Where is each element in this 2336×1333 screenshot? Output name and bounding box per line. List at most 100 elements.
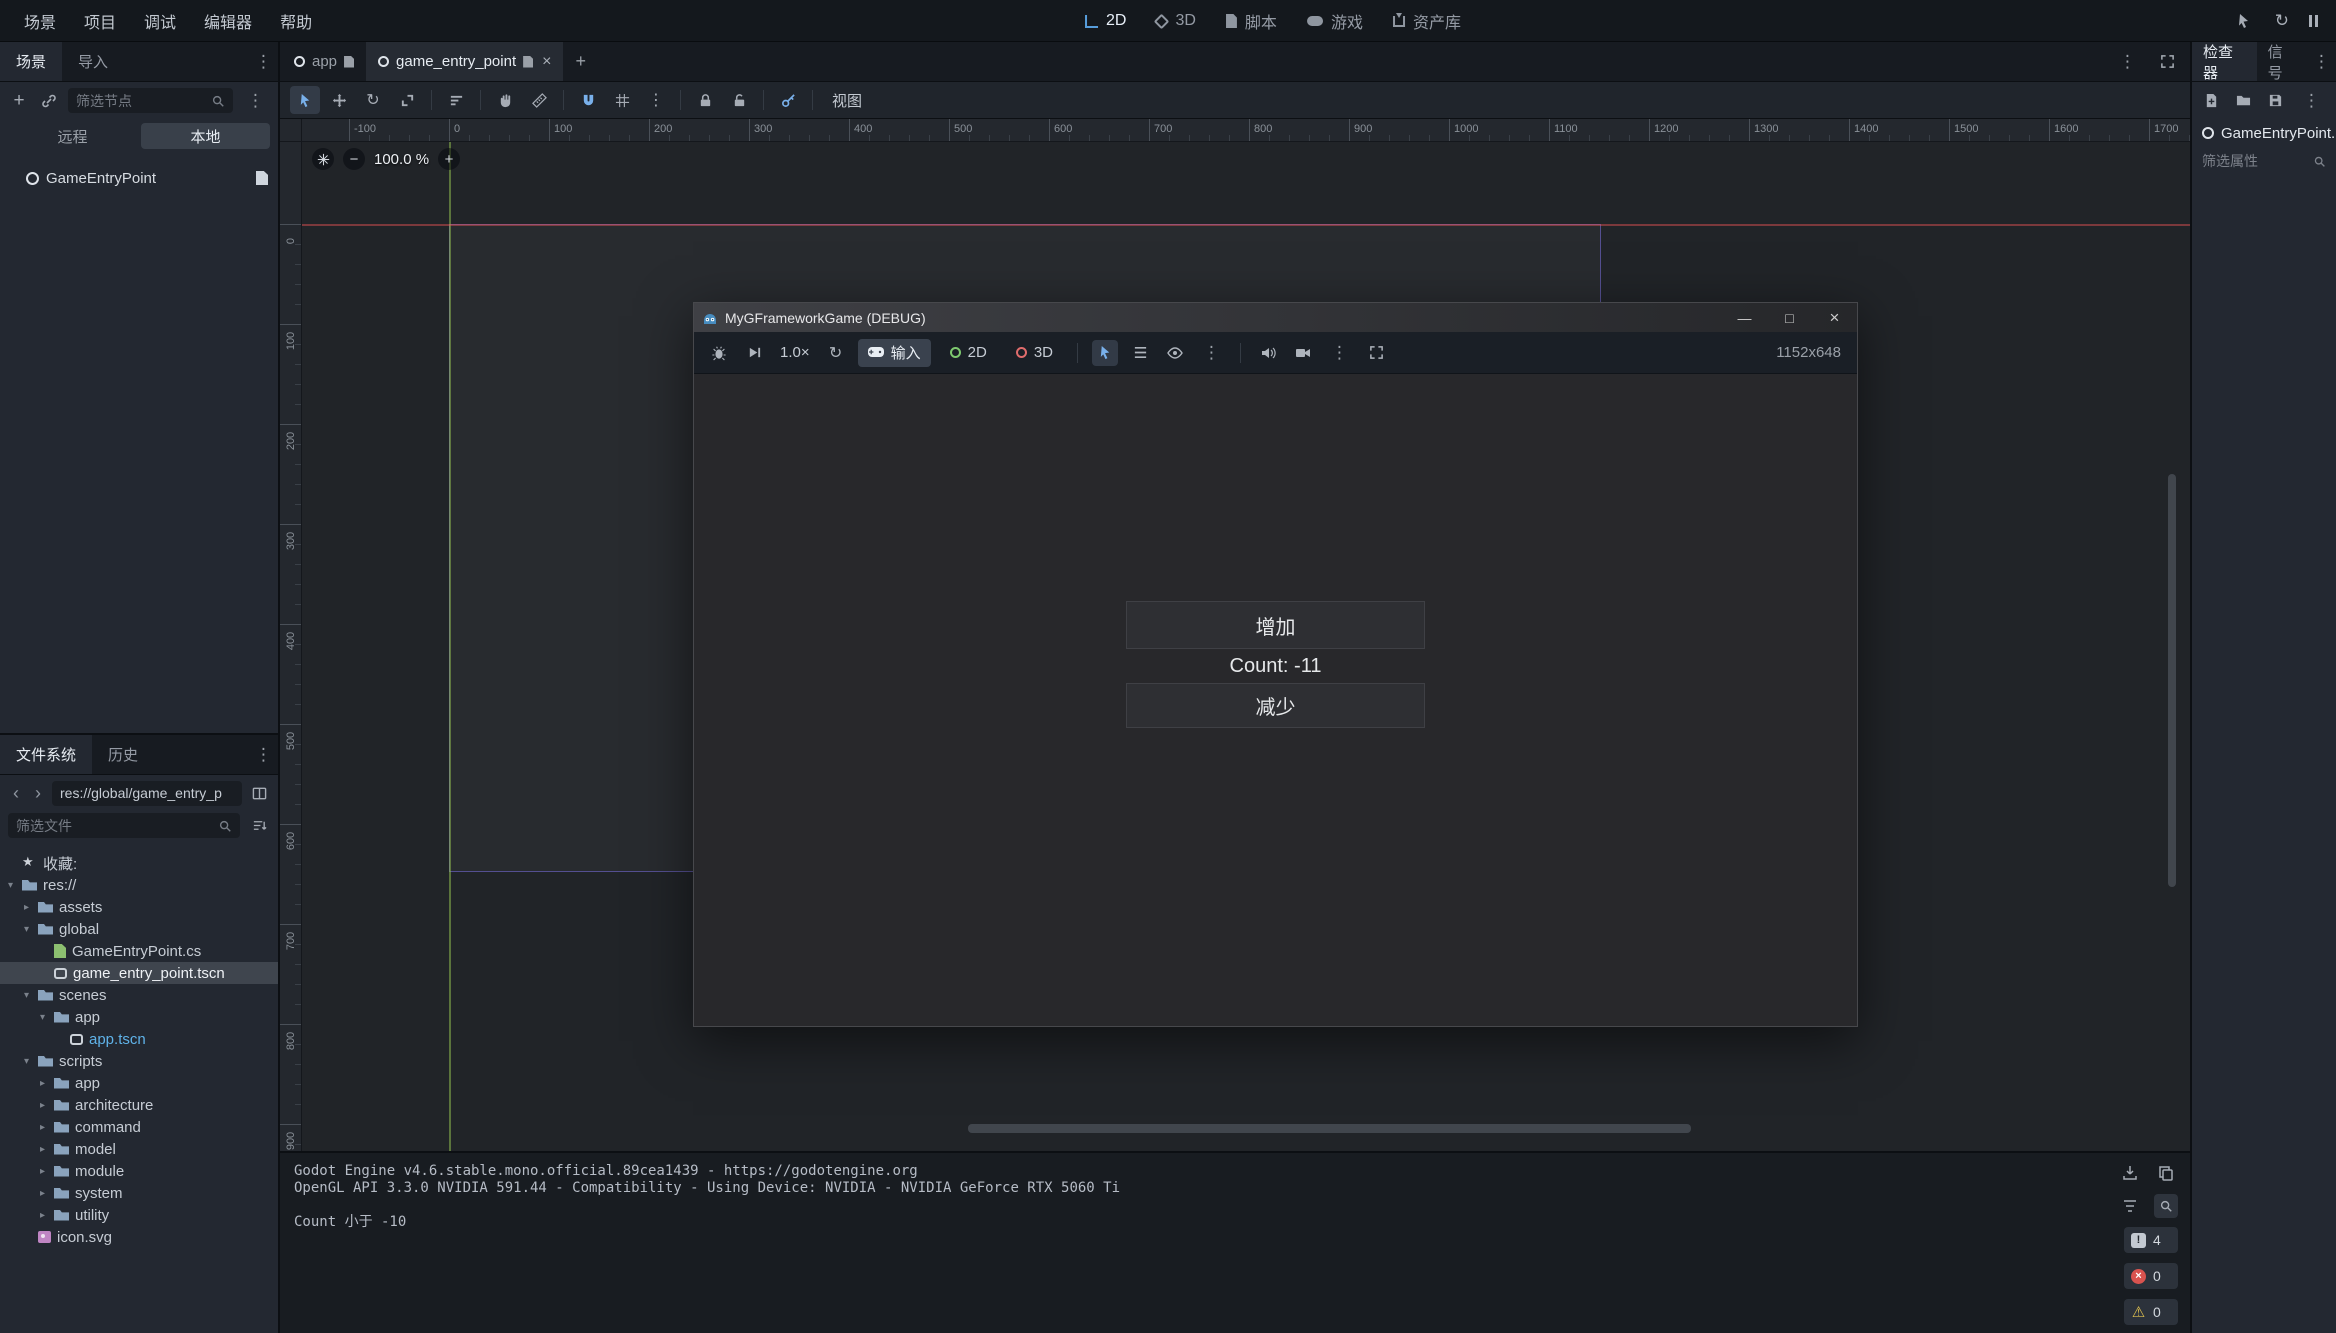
file-tree-row[interactable]: app.tscn xyxy=(0,1028,278,1050)
file-tree-row[interactable]: scripts xyxy=(0,1050,278,1072)
pan-tool-icon[interactable] xyxy=(490,86,520,114)
close-tab-icon[interactable]: × xyxy=(540,53,551,71)
workspace-tab[interactable]: 脚本 xyxy=(1211,0,1292,42)
scene-tab-list-icon[interactable]: ⋮ xyxy=(2113,53,2142,70)
cursor-icon[interactable] xyxy=(2233,10,2255,32)
expand-arrow-icon[interactable] xyxy=(8,880,22,891)
mode-2d-toggle[interactable]: 2D xyxy=(940,339,997,367)
snap-options-icon[interactable]: ⋮ xyxy=(641,86,671,114)
node-list-icon[interactable] xyxy=(1127,340,1153,366)
scene-dock-options-icon[interactable]: ⋮ xyxy=(241,92,270,109)
file-tree-row[interactable]: scenes xyxy=(0,984,278,1006)
add-node-icon[interactable]: + xyxy=(8,90,30,112)
lock-node-icon[interactable] xyxy=(690,86,720,114)
minimize-window-icon[interactable]: — xyxy=(1722,303,1767,332)
file-tree-row[interactable]: architecture xyxy=(0,1094,278,1116)
new-scene-tab-button[interactable]: + xyxy=(563,42,598,81)
select-tool-icon[interactable] xyxy=(290,86,320,114)
mute-audio-icon[interactable] xyxy=(1255,340,1281,366)
workspace-tab[interactable]: 3D xyxy=(1141,0,1210,42)
reset-speed-icon[interactable]: ↻ xyxy=(823,340,849,366)
scene-tree-root-node[interactable]: GameEntryPoint xyxy=(0,165,278,191)
split-view-icon[interactable] xyxy=(248,782,270,804)
file-tree-row[interactable]: 收藏: xyxy=(0,852,278,874)
filter-nodes-input[interactable]: 筛选节点 xyxy=(68,88,233,113)
dock-tab[interactable]: 检查器 xyxy=(2192,42,2257,81)
dock-tab[interactable]: 历史 xyxy=(92,735,154,774)
expand-arrow-icon[interactable] xyxy=(24,924,38,935)
copy-output-icon[interactable] xyxy=(2154,1161,2178,1185)
attached-script-icon[interactable] xyxy=(256,171,268,185)
expand-arrow-icon[interactable] xyxy=(40,1100,54,1111)
output-count-badge[interactable]: 0 xyxy=(2124,1263,2178,1289)
scene-tab[interactable]: app × xyxy=(282,42,366,81)
expand-arrow-icon[interactable] xyxy=(40,1012,54,1023)
embed-fullscreen-icon[interactable] xyxy=(1363,340,1389,366)
unlock-node-icon[interactable] xyxy=(724,86,754,114)
local-button[interactable]: 本地 xyxy=(141,123,270,149)
move-tool-icon[interactable] xyxy=(324,86,354,114)
visibility-icon[interactable] xyxy=(1162,340,1188,366)
expand-arrow-icon[interactable] xyxy=(40,1078,54,1089)
menubar-item[interactable]: 帮助 xyxy=(266,0,326,41)
menubar-item[interactable]: 调试 xyxy=(130,0,190,41)
workspace-tab[interactable]: 资产库 xyxy=(1378,0,1476,42)
filter-messages-icon[interactable] xyxy=(2118,1194,2142,1218)
sort-files-icon[interactable] xyxy=(248,815,270,837)
file-tree-row[interactable]: command xyxy=(0,1116,278,1138)
canvas-vertical-scrollbar[interactable] xyxy=(2168,474,2176,887)
file-tree-row[interactable]: GameEntryPoint.cs xyxy=(0,940,278,962)
menubar-item[interactable]: 编辑器 xyxy=(190,0,266,41)
game-window-titlebar[interactable]: MyGFrameworkGame (DEBUG) — □ × xyxy=(694,303,1857,332)
runtime-select-tool-icon[interactable] xyxy=(1092,340,1118,366)
next-frame-icon[interactable] xyxy=(741,340,767,366)
dock-menu-icon[interactable]: ⋮ xyxy=(2307,42,2336,81)
close-window-icon[interactable]: × xyxy=(1812,303,1857,332)
zoom-in-icon[interactable]: + xyxy=(438,148,460,170)
scene-tab[interactable]: game_entry_point × xyxy=(366,42,563,81)
output-count-badge[interactable]: 0 xyxy=(2124,1299,2178,1325)
instantiate-scene-icon[interactable] xyxy=(38,90,60,112)
increase-button[interactable]: 增加 xyxy=(1126,601,1425,649)
expand-arrow-icon[interactable] xyxy=(24,1056,38,1067)
animation-key-icon[interactable] xyxy=(773,86,803,114)
history-forward-icon[interactable]: › xyxy=(30,783,46,804)
pause-icon[interactable] xyxy=(2309,15,2318,27)
current-path-input[interactable]: res://global/game_entry_p xyxy=(52,781,242,806)
dock-tab[interactable]: 场景 xyxy=(0,42,62,81)
remote-button[interactable]: 远程 xyxy=(8,123,137,149)
file-tree-row[interactable]: game_entry_point.tscn xyxy=(0,962,278,984)
rotate-tool-icon[interactable]: ↻ xyxy=(358,86,388,114)
dock-menu-icon[interactable]: ⋮ xyxy=(249,735,278,774)
file-tree-row[interactable]: app xyxy=(0,1072,278,1094)
smart-snap-icon[interactable] xyxy=(573,86,603,114)
zoom-out-icon[interactable]: − xyxy=(343,148,365,170)
ruler-tool-icon[interactable] xyxy=(524,86,554,114)
file-tree-row[interactable]: module xyxy=(0,1160,278,1182)
expand-viewport-icon[interactable] xyxy=(2156,51,2178,73)
file-tree-row[interactable]: res:// xyxy=(0,874,278,896)
decrease-button[interactable]: 减少 xyxy=(1126,683,1425,728)
dock-menu-icon[interactable]: ⋮ xyxy=(249,42,278,81)
dock-tab[interactable]: 文件系统 xyxy=(0,735,92,774)
output-count-badge[interactable]: 4 xyxy=(2124,1227,2178,1253)
file-tree-row[interactable]: system xyxy=(0,1182,278,1204)
expand-arrow-icon[interactable] xyxy=(40,1188,54,1199)
workspace-tab[interactable]: 2D xyxy=(1070,0,1141,42)
file-tree-row[interactable]: model xyxy=(0,1138,278,1160)
expand-arrow-icon[interactable] xyxy=(24,902,38,913)
maximize-window-icon[interactable]: □ xyxy=(1767,303,1812,332)
expand-arrow-icon[interactable] xyxy=(24,990,38,1001)
expand-arrow-icon[interactable] xyxy=(40,1210,54,1221)
history-back-icon[interactable]: ‹ xyxy=(8,783,24,804)
expand-arrow-icon[interactable] xyxy=(40,1144,54,1155)
center-view-icon[interactable] xyxy=(312,148,334,170)
search-output-icon[interactable] xyxy=(2154,1194,2178,1218)
reload-icon[interactable]: ↻ xyxy=(2275,12,2289,29)
dock-tab[interactable]: 导入 xyxy=(62,42,124,81)
workspace-tab[interactable]: 游戏 xyxy=(1292,0,1378,42)
dock-tab[interactable]: 信号 xyxy=(2257,42,2307,81)
inspected-node-row[interactable]: GameEntryPoint... xyxy=(2192,119,2336,147)
menubar-item[interactable]: 场景 xyxy=(10,0,70,41)
menubar-item[interactable]: 项目 xyxy=(70,0,130,41)
